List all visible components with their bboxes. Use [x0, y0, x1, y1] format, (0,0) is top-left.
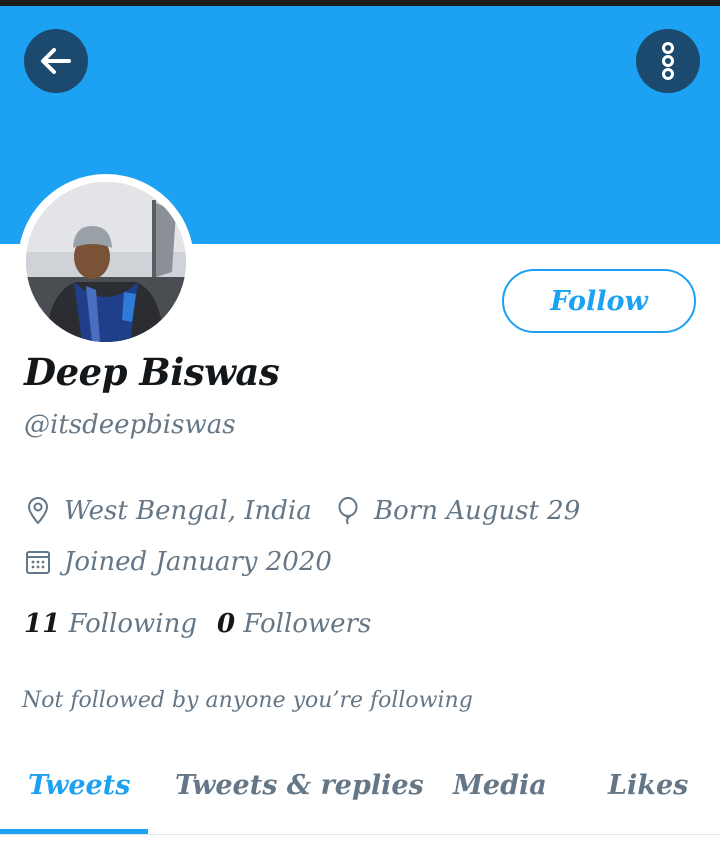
- profile-handle: @itsdeepbiswas: [24, 410, 236, 440]
- location-pin-icon: [24, 497, 52, 525]
- back-button[interactable]: [24, 29, 88, 93]
- follow-button[interactable]: Follow: [502, 269, 696, 333]
- more-vertical-icon: [662, 42, 674, 80]
- followers-label: Followers: [243, 609, 372, 639]
- tab-divider: [0, 834, 720, 835]
- profile-birthday: Born August 29: [334, 496, 580, 526]
- more-options-button[interactable]: [636, 29, 700, 93]
- tab-tweets[interactable]: Tweets: [28, 770, 130, 801]
- followers-link[interactable]: 0 Followers: [217, 609, 371, 639]
- balloon-icon: [334, 497, 362, 525]
- joined-text: Joined January 2020: [64, 547, 332, 577]
- avatar[interactable]: [26, 182, 186, 342]
- following-count: 11: [24, 609, 61, 639]
- profile-name: Deep Biswas: [24, 350, 280, 394]
- tab-tweets-replies[interactable]: Tweets & replies: [175, 770, 424, 801]
- tab-media[interactable]: Media: [453, 770, 547, 801]
- tab-likes[interactable]: Likes: [608, 770, 688, 801]
- followers-count: 0: [217, 609, 236, 639]
- birthday-text: Born August 29: [374, 496, 581, 526]
- location-text: West Bengal, India: [64, 496, 312, 526]
- avatar-photo: [26, 182, 186, 342]
- following-label: Following: [68, 609, 197, 639]
- not-followed-notice: Not followed by anyone you’re following: [22, 688, 473, 713]
- profile-location: West Bengal, India: [24, 496, 312, 526]
- profile-joined: Joined January 2020: [24, 547, 332, 577]
- arrow-left-icon: [41, 48, 71, 74]
- calendar-icon: [24, 548, 52, 576]
- following-link[interactable]: 11 Following: [24, 609, 197, 639]
